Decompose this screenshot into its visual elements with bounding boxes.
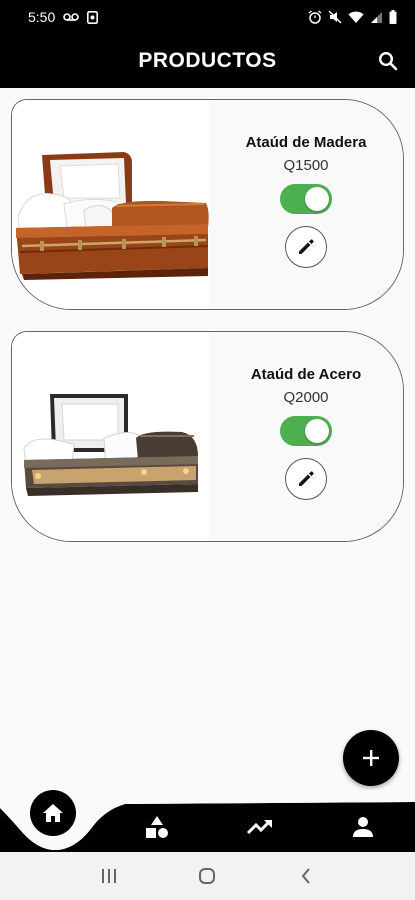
nav-categories-button[interactable] [142,813,172,841]
back-icon [301,868,310,884]
toggle-knob [305,187,329,211]
bottom-navigation [0,790,415,852]
nav-stats-button[interactable] [245,813,275,841]
product-image-wooden-casket [12,100,209,309]
search-icon [378,51,398,71]
product-price: Q1500 [283,157,329,174]
status-left: 5:50 [28,9,99,25]
product-card[interactable]: Ataúd de Acero Q2000 [11,331,404,542]
voicemail-icon [63,12,80,22]
status-bar: 5:50 [0,0,415,34]
person-icon [353,817,373,837]
product-enabled-toggle[interactable] [280,416,332,446]
edit-product-button[interactable] [285,226,327,268]
home-icon [43,804,63,822]
recents-button[interactable] [94,861,124,891]
back-button[interactable] [291,861,321,891]
status-right [308,10,397,24]
alarm-icon [308,10,322,24]
product-info: Ataúd de Acero Q2000 [209,332,403,541]
product-enabled-toggle[interactable] [280,184,332,214]
app-bar: PRODUCTOS [0,34,415,88]
system-navigation-bar [0,852,415,900]
shapes-icon [146,816,168,838]
product-image-steel-casket [12,332,209,541]
signal-icon [370,11,383,24]
system-home-button[interactable] [192,861,222,891]
product-info: Ataúd de Madera Q1500 [209,100,403,309]
page-title: PRODUCTOS [138,49,277,72]
recents-icon [102,869,117,883]
battery-icon [389,10,397,24]
nav-home-button[interactable] [30,790,76,836]
mute-icon [328,10,342,24]
plus-icon [363,750,379,766]
nav-profile-button[interactable] [348,813,378,841]
status-time: 5:50 [28,9,56,25]
product-price: Q2000 [283,389,329,406]
notification-box-icon [87,10,99,24]
wifi-icon [348,11,364,24]
home-circle-icon [199,868,216,884]
pencil-icon [299,471,314,486]
edit-product-button[interactable] [285,458,327,500]
product-card[interactable]: Ataúd de Madera Q1500 [11,99,404,310]
toggle-knob [305,419,329,443]
add-product-button[interactable] [343,730,399,786]
pencil-icon [299,239,314,254]
product-name: Ataúd de Madera [245,134,367,151]
product-name: Ataúd de Acero [250,366,362,383]
search-button[interactable] [377,50,399,72]
trending-up-icon [246,819,272,835]
